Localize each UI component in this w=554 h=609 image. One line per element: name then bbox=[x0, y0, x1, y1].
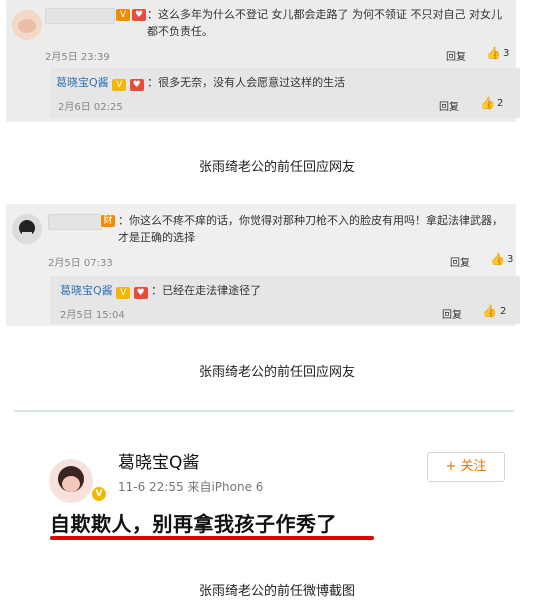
vip-icon: V bbox=[116, 9, 130, 21]
comment-thread-1: V ♥ ：这么多年为什么不登记 女儿都会走路了 为何不领证 不只对自己 对女儿都… bbox=[6, 0, 520, 122]
heart-badge-icon: ♥ bbox=[132, 9, 146, 21]
post-underline bbox=[50, 536, 374, 540]
reply-button[interactable]: 回复 bbox=[439, 98, 459, 113]
thumbs-up-icon[interactable]: 👍 bbox=[490, 252, 505, 266]
wealth-badge-icon: 财 bbox=[101, 215, 115, 227]
vip-icon: V bbox=[112, 79, 127, 91]
verified-icon: V bbox=[91, 486, 107, 502]
caption: 张雨绮老公的前任微博截图 bbox=[198, 584, 355, 599]
vip-icon: V bbox=[116, 287, 131, 299]
reply-date: 2月6日 02:25 bbox=[58, 102, 123, 113]
blurred-username[interactable] bbox=[48, 214, 102, 230]
weibo-post-card: V 葛晓宝Q酱 11-6 22:55 来自iPhone 6 + 关注 自欺欺人，… bbox=[14, 412, 514, 548]
reply-text: ：已经在走法律途径了 bbox=[151, 284, 262, 297]
reply-button[interactable]: 回复 bbox=[442, 306, 462, 321]
reply-text: ：很多无奈，没有人会愿意过这样的生活 bbox=[147, 76, 346, 89]
comment-date: 2月5日 07:33 bbox=[48, 258, 113, 269]
comment-text: ：这么多年为什么不登记 女儿都会走路了 为何不领证 不只对自己 对女儿都不负责任… bbox=[147, 8, 502, 38]
poster-name[interactable]: 葛晓宝Q酱 bbox=[118, 448, 199, 473]
follow-button[interactable]: + 关注 bbox=[427, 452, 505, 482]
reply-button[interactable]: 回复 bbox=[446, 48, 466, 63]
reply-date: 2月5日 15:04 bbox=[60, 310, 125, 321]
thumbs-up-icon[interactable]: 👍 bbox=[480, 96, 495, 110]
thumbs-up-icon[interactable]: 👍 bbox=[486, 46, 501, 60]
caption: 张雨绮老公的前任回应网友 bbox=[198, 160, 355, 175]
heart-badge-icon: ♥ bbox=[129, 79, 144, 91]
reply-text-line: 葛晓宝Q酱 V ♥ ：很多无奈，没有人会愿意过这样的生活 bbox=[56, 74, 496, 91]
like-count: 3 bbox=[503, 48, 510, 59]
reply-panel: 葛晓宝Q酱 V ♥ ：很多无奈，没有人会愿意过这样的生活 2月6日 02:25 … bbox=[50, 68, 520, 118]
poster-avatar[interactable] bbox=[49, 459, 93, 503]
commenter-avatar[interactable] bbox=[12, 10, 42, 40]
thumbs-up-icon[interactable]: 👍 bbox=[482, 304, 497, 318]
post-text: 自欺欺人，别再拿我孩子作秀了 bbox=[50, 512, 337, 536]
replier-name-link[interactable]: 葛晓宝Q酱 bbox=[60, 284, 113, 297]
like-count: 2 bbox=[497, 98, 504, 109]
comment-thread-2: 财 ：你这么不疼不痒的话，你觉得对那种刀枪不入的脸皮有用吗！拿起法律武器，才是正… bbox=[6, 204, 520, 326]
reply-panel: 葛晓宝Q酱 V ♥ ：已经在走法律途径了 2月5日 15:04 回复 👍 2 bbox=[50, 276, 520, 324]
like-count: 2 bbox=[500, 306, 507, 317]
post-meta: 11-6 22:55 来自iPhone 6 bbox=[118, 480, 264, 494]
caption: 张雨绮老公的前任回应网友 bbox=[198, 365, 355, 380]
commenter-avatar[interactable] bbox=[12, 214, 42, 244]
blurred-username[interactable] bbox=[45, 8, 115, 24]
heart-badge-icon: ♥ bbox=[133, 287, 148, 299]
reply-button[interactable]: 回复 bbox=[450, 254, 470, 269]
comment-text: ：你这么不疼不痒的话，你觉得对那种刀枪不入的脸皮有用吗！拿起法律武器，才是正确的… bbox=[118, 214, 503, 244]
comment-date: 2月5日 23:39 bbox=[45, 52, 110, 63]
reply-text-line: 葛晓宝Q酱 V ♥ ：已经在走法律途径了 bbox=[60, 282, 500, 299]
like-count: 3 bbox=[507, 254, 514, 265]
replier-name-link[interactable]: 葛晓宝Q酱 bbox=[56, 76, 109, 89]
